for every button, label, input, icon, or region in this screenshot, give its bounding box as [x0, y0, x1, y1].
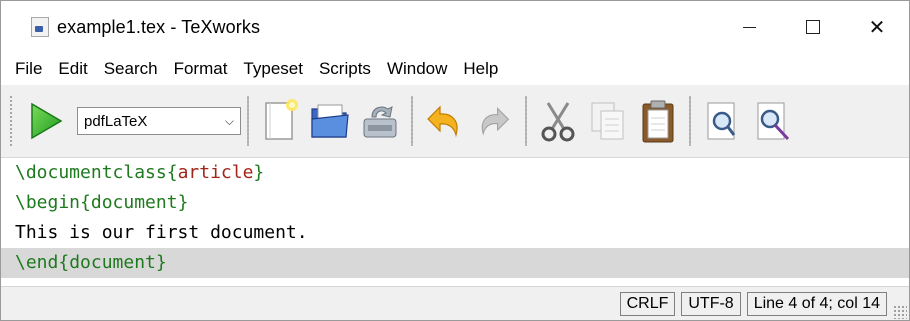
menu-window[interactable]: Window	[379, 59, 455, 79]
redo-icon	[481, 107, 510, 136]
editor-line-1[interactable]: \documentclass{article}	[1, 158, 909, 188]
editor-line-4-current[interactable]: \end{document}	[1, 248, 909, 278]
latex-command: \end	[15, 252, 59, 273]
encoding-indicator[interactable]: UTF-8	[681, 292, 741, 316]
undo-icon	[427, 105, 458, 138]
maximize-icon	[806, 20, 820, 34]
menu-search[interactable]: Search	[96, 59, 166, 79]
cut-scissors-icon	[541, 102, 575, 142]
undo-button[interactable]	[419, 93, 469, 149]
menu-edit[interactable]: Edit	[50, 59, 95, 79]
latex-argument: {document}	[58, 252, 167, 273]
window-title: example1.tex - TeXworks	[57, 16, 261, 37]
redo-button[interactable]	[469, 93, 519, 149]
editor-line-3[interactable]: This is our first document.	[1, 218, 909, 248]
latex-command: \documentclass	[15, 162, 167, 183]
brace-open: {	[166, 162, 178, 183]
texworks-window: example1.tex - TeXworks ✕ File Edit Sear…	[0, 0, 910, 321]
new-document-icon	[265, 99, 298, 140]
toolbar-separator	[689, 96, 691, 146]
toolbar-separator	[411, 96, 413, 146]
chevron-down-icon: ⌵	[224, 113, 234, 128]
paste-clipboard-icon	[642, 100, 674, 143]
toolbar-grip[interactable]	[9, 95, 13, 147]
paste-button[interactable]	[633, 93, 683, 149]
tex-document-icon	[31, 17, 49, 37]
new-document-button[interactable]	[255, 93, 305, 149]
toolbar-separator	[247, 96, 249, 146]
text-editor[interactable]: \documentclass{article} \begin{document}…	[1, 158, 909, 286]
window-controls: ✕	[717, 1, 909, 53]
save-icon	[363, 106, 397, 138]
close-icon: ✕	[868, 15, 886, 39]
cut-button[interactable]	[533, 93, 583, 149]
replace-button[interactable]	[747, 93, 797, 149]
minimize-button[interactable]	[717, 1, 781, 53]
cursor-position-indicator[interactable]: Line 4 of 4; col 14	[746, 292, 887, 316]
menu-bar: File Edit Search Format Typeset Scripts …	[1, 53, 909, 85]
line-ending-indicator[interactable]: CRLF	[619, 292, 676, 316]
latex-argument: article	[177, 162, 254, 183]
editor-line-2[interactable]: \begin{document}	[1, 188, 909, 218]
title-bar: example1.tex - TeXworks ✕	[1, 1, 909, 53]
typeset-engine-value: pdfLaTeX	[84, 112, 148, 130]
typeset-play-icon	[31, 102, 63, 140]
menu-scripts[interactable]: Scripts	[311, 59, 379, 79]
find-button[interactable]	[697, 93, 747, 149]
copy-button[interactable]	[583, 93, 633, 149]
body-text: This is our first document.	[15, 222, 308, 243]
open-button[interactable]	[305, 93, 355, 149]
save-button[interactable]	[355, 93, 405, 149]
typeset-engine-select[interactable]: pdfLaTeX ⌵	[77, 107, 241, 135]
menu-file[interactable]: File	[7, 59, 50, 79]
toolbar-separator	[525, 96, 527, 146]
latex-command: \begin	[15, 192, 81, 213]
resize-grip-icon[interactable]	[893, 305, 907, 319]
maximize-button[interactable]	[781, 1, 845, 53]
status-bar: CRLF UTF-8 Line 4 of 4; col 14	[1, 286, 909, 320]
close-button[interactable]: ✕	[845, 1, 909, 53]
minimize-icon	[742, 26, 756, 28]
find-icon	[707, 102, 736, 140]
open-folder-icon	[311, 104, 349, 138]
toolbar: pdfLaTeX ⌵	[1, 85, 909, 158]
latex-argument: {document}	[80, 192, 189, 213]
menu-format[interactable]: Format	[166, 59, 236, 79]
menu-typeset[interactable]: Typeset	[235, 59, 311, 79]
replace-icon	[757, 102, 790, 141]
typeset-button[interactable]	[21, 93, 71, 149]
brace-close: }	[253, 162, 265, 183]
menu-help[interactable]: Help	[455, 59, 506, 79]
copy-icon	[591, 102, 624, 140]
